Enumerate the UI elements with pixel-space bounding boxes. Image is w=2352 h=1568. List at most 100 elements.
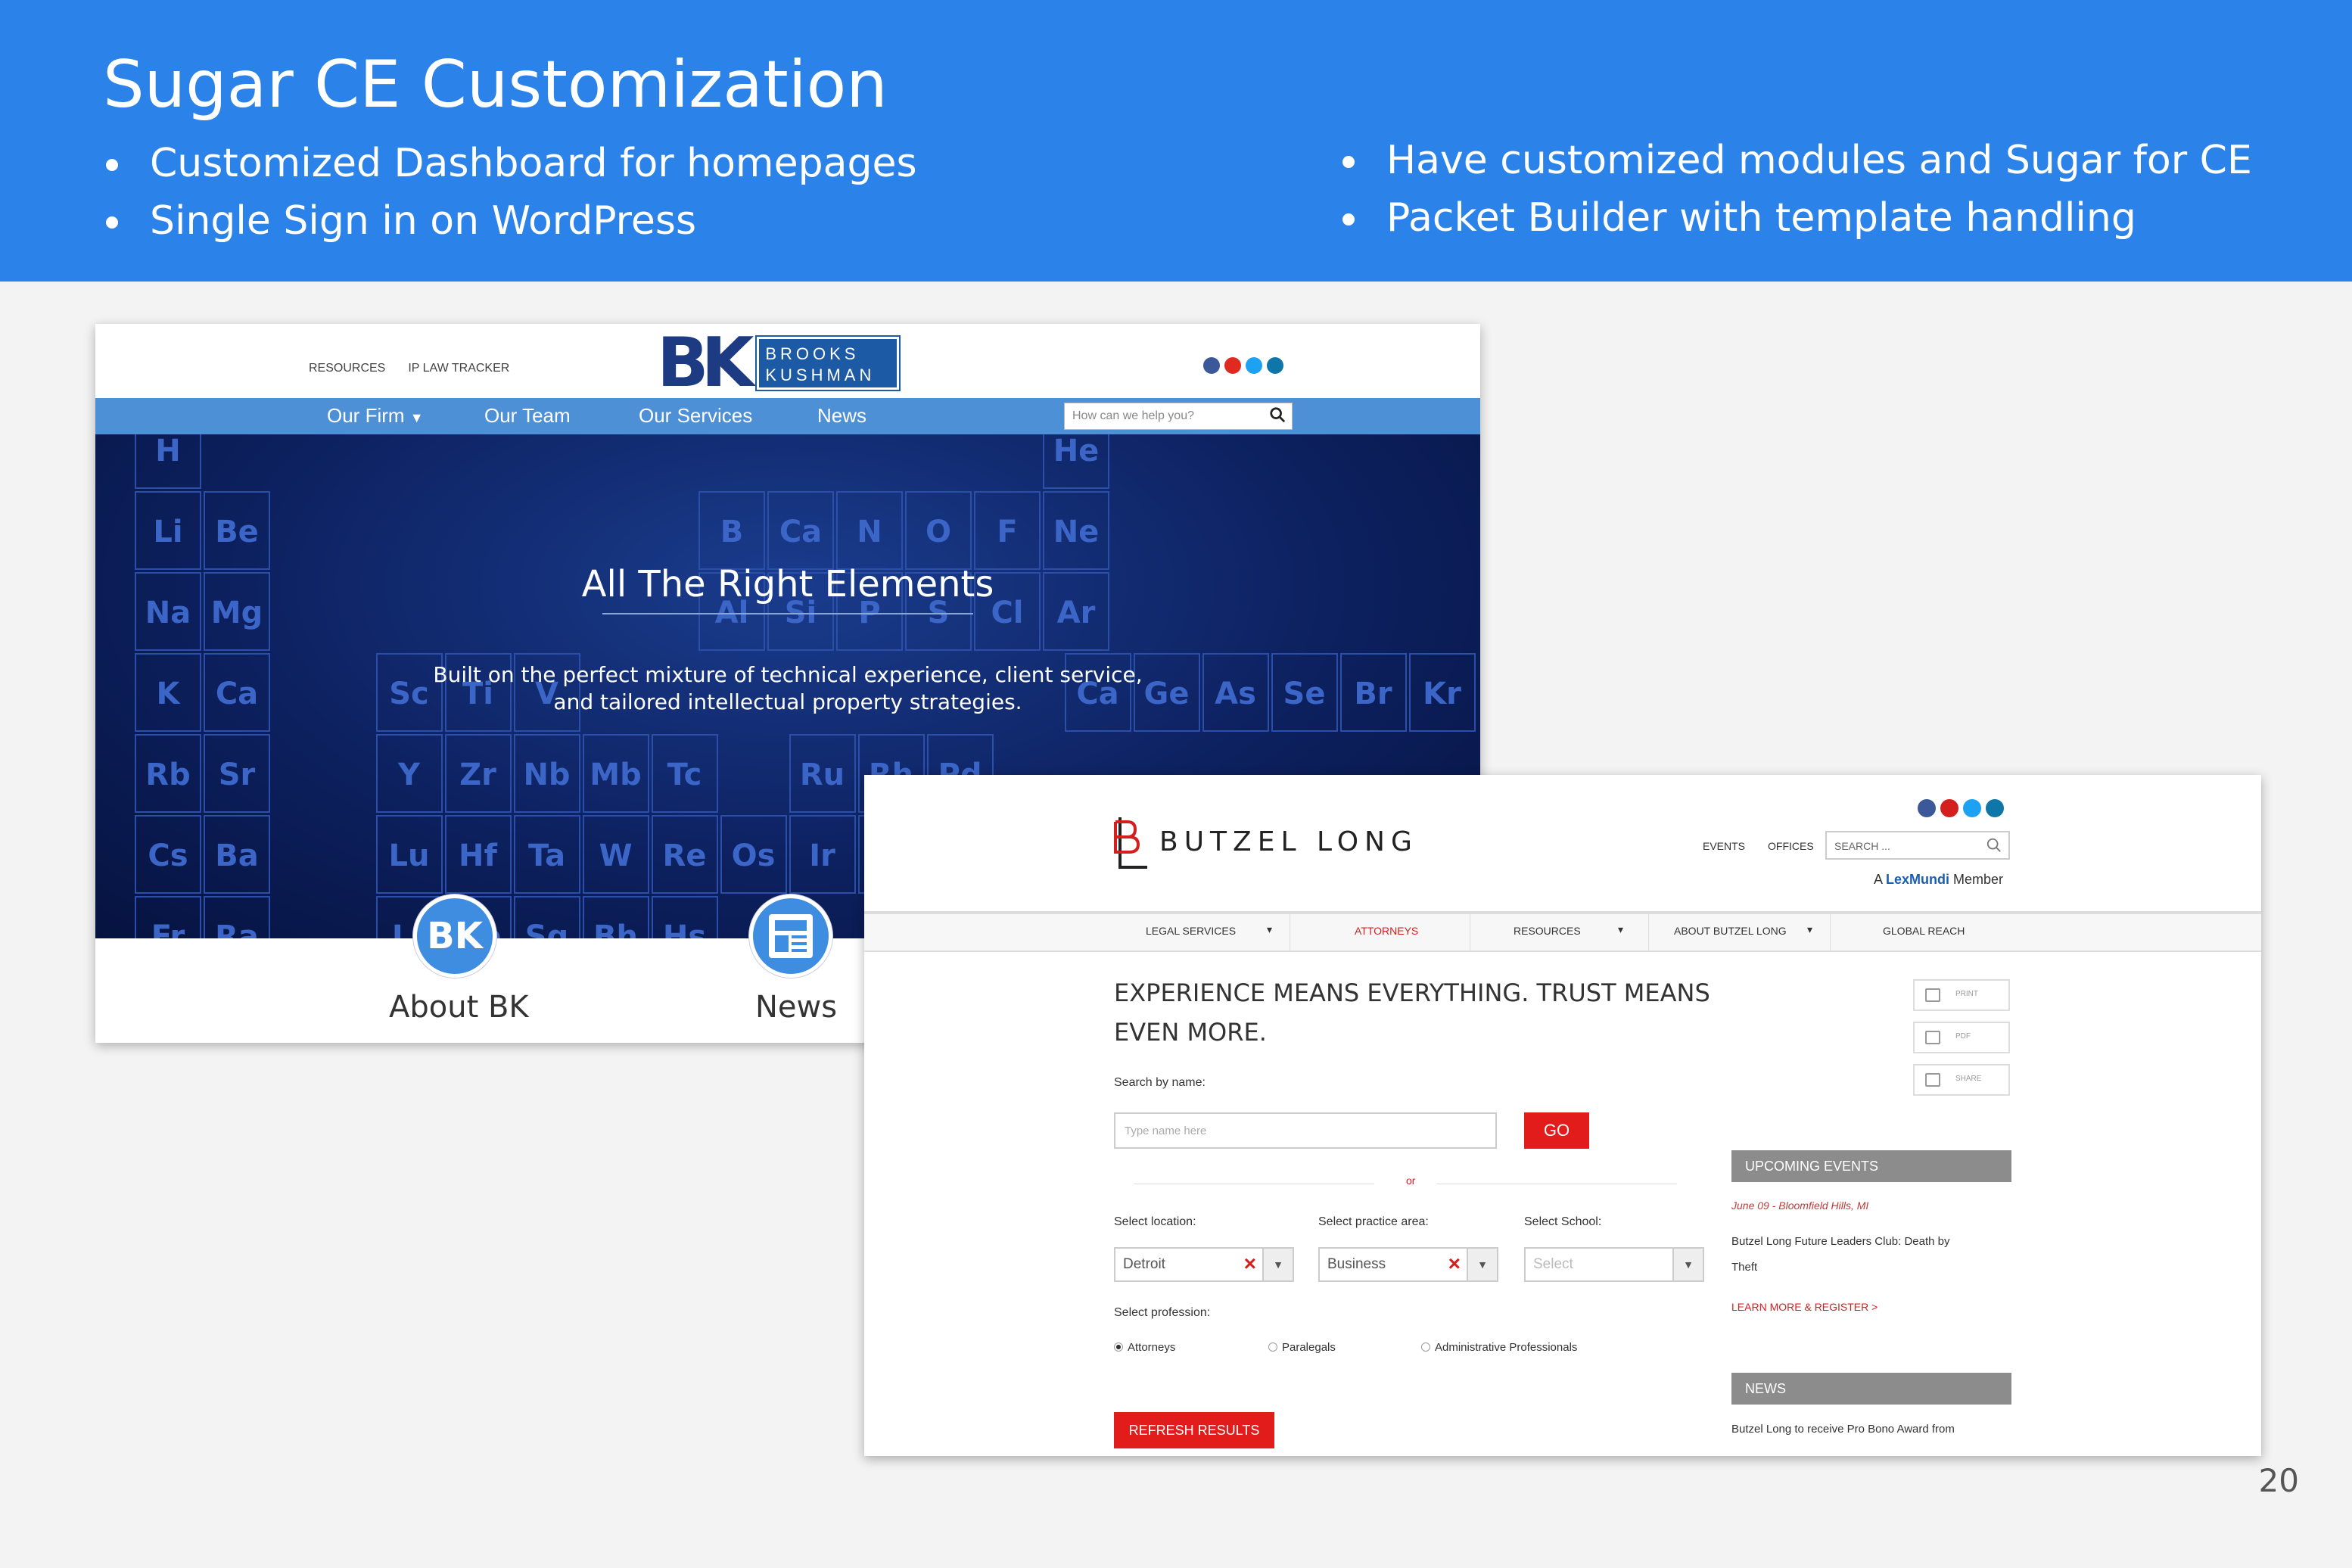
hero-subtitle-line2: and tailored intellectual property strat… [553, 689, 1022, 714]
element-cell: Hs [651, 896, 718, 938]
bk-nav-our-team[interactable]: Our Team [484, 404, 571, 428]
news-item[interactable]: Butzel Long to receive Pro Bono Award fr… [1731, 1417, 1955, 1442]
element-cell: Fr [135, 896, 201, 938]
lex-suffix: Member [1949, 872, 2004, 887]
element-cell: Re [651, 815, 718, 894]
newspaper-icon [769, 914, 813, 958]
location-value: Detroit [1123, 1256, 1165, 1272]
radio-icon [1421, 1342, 1430, 1352]
print-icon [1925, 988, 1940, 1002]
bl-nav-resources[interactable]: RESOURCES [1514, 925, 1581, 937]
about-bk-circle[interactable]: BK [413, 894, 496, 978]
search-icon[interactable] [1269, 406, 1286, 423]
butzel-long-logo-icon[interactable] [1112, 814, 1150, 870]
bk-ip-law-tracker-link[interactable]: IP LAW TRACKER [408, 362, 509, 375]
location-label: Select location: [1114, 1215, 1196, 1228]
element-cell: Lu [375, 815, 443, 894]
share-button[interactable]: SHARE [1913, 1064, 2010, 1096]
bl-nav-global-reach[interactable]: GLOBAL REACH [1883, 925, 1965, 937]
practice-value: Business [1327, 1256, 1386, 1272]
youtube-icon[interactable] [1940, 799, 1958, 817]
pdf-label: PDF [1955, 1032, 1971, 1041]
element-cell: Ru [789, 734, 856, 813]
twitter-icon[interactable] [1246, 357, 1262, 374]
element-cell: Ir [789, 815, 856, 894]
element-cell: B [698, 491, 765, 570]
school-select[interactable]: Select ▼ [1524, 1247, 1704, 1282]
go-button[interactable]: GO [1524, 1112, 1589, 1149]
nav-divider [1830, 914, 1831, 950]
bk-nav-our-firm[interactable]: Our Firm ▼ [327, 404, 424, 428]
radio-label: Attorneys [1128, 1341, 1176, 1354]
bl-offices-link[interactable]: OFFICES [1768, 840, 1814, 852]
butzel-long-screenshot: BUTZEL LONG EVENTS OFFICES SEARCH ... A … [864, 775, 2261, 1456]
bullet-item: Customized Dashboard for homepages [103, 135, 917, 192]
linkedin-icon[interactable] [1986, 799, 2004, 817]
lex-brand: LexMundi [1886, 872, 1950, 887]
radio-admin-professionals[interactable]: Administrative Professionals [1421, 1341, 1577, 1354]
chevron-down-icon[interactable]: ▾ [1807, 923, 1812, 936]
refresh-results-button[interactable]: REFRESH RESULTS [1114, 1412, 1274, 1448]
bk-topbar: RESOURCES IP LAW TRACKER BK BROOKS KUSHM… [95, 324, 1480, 400]
element-cell: Cs [135, 815, 201, 894]
event-title-line1: Butzel Long Future Leaders Club: Death b… [1731, 1235, 1950, 1248]
element-cell: Ca [767, 491, 834, 570]
heading-line2: EVEN MORE. [1114, 1018, 1267, 1047]
attorney-name-input[interactable]: Type name here [1114, 1112, 1497, 1149]
bl-nav-attorneys[interactable]: ATTORNEYS [1355, 925, 1418, 937]
hero-title-underline [602, 613, 973, 614]
search-by-name-label: Search by name: [1114, 1076, 1206, 1089]
element-cell: Tc [651, 734, 718, 813]
bk-logo[interactable]: BK BROOKS KUSHMAN [657, 329, 901, 397]
facebook-icon[interactable] [1203, 357, 1220, 374]
news-circle[interactable] [749, 894, 832, 978]
event-title[interactable]: Butzel Long Future Leaders Club: Death b… [1731, 1229, 1950, 1280]
bl-social-icons [1918, 799, 2004, 817]
practice-area-select[interactable]: Business × ▼ [1318, 1247, 1498, 1282]
element-cell: W [582, 815, 649, 894]
bl-nav-about[interactable]: ABOUT BUTZEL LONG [1674, 925, 1787, 937]
element-cell: O [905, 491, 972, 570]
facebook-icon[interactable] [1918, 799, 1936, 817]
chevron-down-icon[interactable]: ▾ [1618, 923, 1623, 936]
element-cell: Zr [444, 734, 512, 813]
learn-more-link[interactable]: LEARN MORE & REGISTER > [1731, 1294, 1878, 1320]
radio-selected-icon [1114, 1342, 1123, 1352]
bk-resources-link[interactable]: RESOURCES [309, 362, 385, 375]
profession-label: Select profession: [1114, 1306, 1211, 1319]
radio-attorneys[interactable]: Attorneys [1114, 1341, 1175, 1354]
clear-icon[interactable]: × [1244, 1252, 1256, 1276]
bl-page-heading: EXPERIENCE MEANS EVERYTHING. TRUST MEANS… [1114, 973, 1734, 1052]
clear-icon[interactable]: × [1448, 1252, 1461, 1276]
butzel-long-logo-text[interactable]: BUTZEL LONG [1159, 826, 1418, 857]
element-cell: Sg [513, 896, 580, 938]
pdf-button[interactable]: PDF [1913, 1022, 2010, 1053]
location-select[interactable]: Detroit × ▼ [1114, 1247, 1294, 1282]
news-label[interactable]: News [755, 990, 837, 1025]
about-bk-label[interactable]: About BK [389, 990, 529, 1025]
pdf-icon [1925, 1031, 1940, 1044]
heading-line1: EXPERIENCE MEANS EVERYTHING. TRUST MEANS [1114, 978, 1710, 1007]
chevron-down-icon[interactable]: ▼ [1467, 1249, 1497, 1280]
bl-search-input[interactable]: SEARCH ... [1825, 831, 2010, 860]
chevron-down-icon[interactable]: ▼ [1262, 1249, 1293, 1280]
chevron-down-icon[interactable]: ▾ [1267, 923, 1272, 936]
bl-events-link[interactable]: EVENTS [1703, 840, 1745, 852]
element-cell: Li [135, 491, 201, 570]
bk-search-input[interactable]: How can we help you? [1064, 403, 1293, 430]
school-label: Select School: [1524, 1215, 1602, 1228]
bl-nav-legal-services[interactable]: LEGAL SERVICES [1146, 925, 1236, 937]
search-icon[interactable] [1986, 837, 2002, 854]
radio-label: Paralegals [1282, 1341, 1336, 1354]
bk-nav-news[interactable]: News [817, 404, 866, 428]
twitter-icon[interactable] [1963, 799, 1981, 817]
or-label: or [1406, 1174, 1416, 1187]
youtube-icon[interactable] [1224, 357, 1241, 374]
print-label: PRINT [1955, 990, 1978, 998]
radio-paralegals[interactable]: Paralegals [1268, 1341, 1336, 1354]
bk-nav-our-services[interactable]: Our Services [639, 404, 752, 428]
bk-search-placeholder: How can we help you? [1072, 409, 1194, 422]
chevron-down-icon[interactable]: ▼ [1672, 1249, 1703, 1280]
linkedin-icon[interactable] [1267, 357, 1283, 374]
print-button[interactable]: PRINT [1913, 979, 2010, 1011]
